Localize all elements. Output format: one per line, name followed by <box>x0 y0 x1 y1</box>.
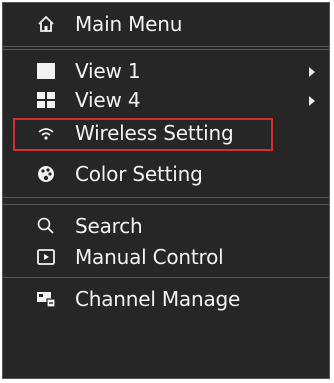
palette-icon <box>35 163 57 185</box>
selection-highlight <box>13 118 273 151</box>
menu-item-label: Main Menu <box>75 12 183 36</box>
menu-divider <box>3 277 329 278</box>
menu-divider <box>3 197 329 198</box>
submenu-arrow-icon <box>309 67 315 77</box>
quad-view-icon <box>35 89 57 111</box>
menu-item-label: Manual Control <box>75 245 224 269</box>
menu-item-label: Channel Manage <box>75 287 241 311</box>
menu-item-search[interactable]: Search <box>3 211 329 241</box>
menu-item-view-4[interactable]: View 4 <box>3 85 329 115</box>
context-menu: Main Menu View 1 View 4 Wireless Setting… <box>2 2 330 379</box>
menu-item-view-1[interactable]: View 1 <box>3 56 329 86</box>
home-icon <box>35 13 57 35</box>
menu-item-label: View 4 <box>75 88 141 112</box>
menu-item-label: Search <box>75 214 143 238</box>
menu-divider <box>3 46 329 47</box>
menu-item-manual-control[interactable]: Manual Control <box>3 242 329 272</box>
menu-item-label: Color Setting <box>75 162 203 186</box>
search-icon <box>35 215 57 237</box>
submenu-arrow-icon <box>309 96 315 106</box>
menu-divider <box>3 49 329 50</box>
menu-divider <box>3 204 329 205</box>
menu-item-label: View 1 <box>75 59 141 83</box>
menu-item-color-setting[interactable]: Color Setting <box>3 159 329 189</box>
menu-item-channel-manage[interactable]: Channel Manage <box>3 284 329 314</box>
manual-control-icon <box>35 246 57 268</box>
single-view-icon <box>35 60 57 82</box>
channel-manage-icon <box>35 288 57 310</box>
menu-item-main-menu[interactable]: Main Menu <box>3 9 329 39</box>
